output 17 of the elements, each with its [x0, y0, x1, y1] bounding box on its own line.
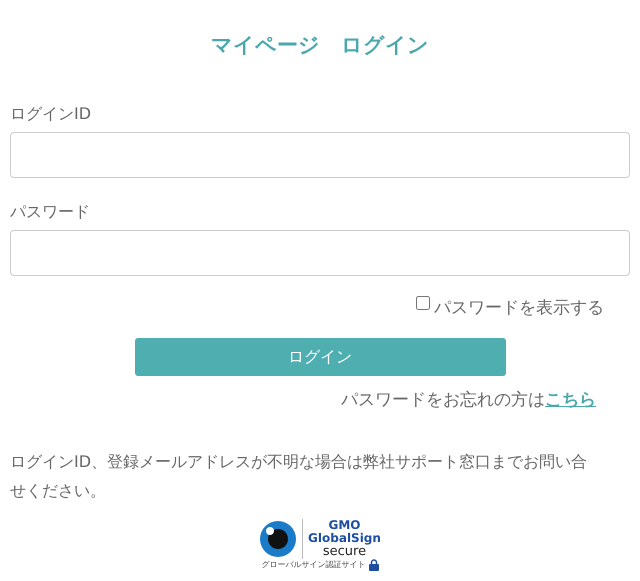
field-label: ログインID [10, 103, 92, 125]
field-label: パスワード [10, 201, 90, 223]
help-note: ログインID、登録メールアドレスが不明な場合は弊社サポート窓口までお問い合せください。 [10, 451, 588, 502]
page-title: マイページ ログイン [210, 32, 430, 59]
show-password-checkbox[interactable] [416, 296, 430, 310]
seal-name: GlobalSign [308, 531, 381, 545]
login-button[interactable]: ログイン [134, 338, 506, 376]
forgot-password-link[interactable]: こちら [545, 390, 596, 410]
checkbox-label: パスワードを表示する [434, 297, 604, 320]
seal-tag: secure [322, 545, 366, 559]
eye-icon [259, 520, 298, 558]
forgot-password-text: パスワードをお忘れの方はこちら [341, 388, 596, 412]
input-field[interactable] [10, 230, 630, 276]
seal-brand: GMO [328, 519, 360, 531]
input-field[interactable] [10, 132, 630, 178]
seal-caption: グローバルサイン認証サイト [262, 559, 366, 571]
lock-icon [368, 559, 378, 571]
